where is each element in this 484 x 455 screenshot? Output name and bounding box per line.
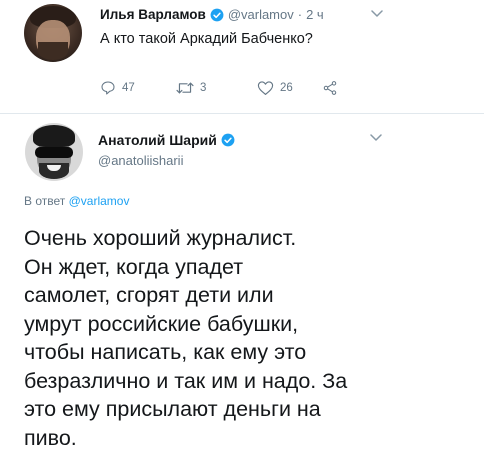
retweet-count: 3	[200, 82, 207, 94]
tweet-body-line: умрут российские бабушки,	[24, 311, 299, 336]
tweet-body-line: самолет, сгорят дети или	[24, 283, 274, 307]
tweet-body-line: Он ждет, когда упадет	[24, 254, 244, 279]
tweet-divider	[0, 113, 484, 114]
tweet-body-line: пиво.	[24, 425, 77, 450]
avatar-sharii[interactable]	[25, 123, 83, 181]
reply-context: В ответ @varlamov	[24, 194, 129, 208]
reply-mention-link[interactable]: @varlamov	[69, 194, 130, 208]
reply-prefix: В ответ	[24, 194, 66, 208]
tweet-body-line: это ему присылают деньги на	[24, 397, 321, 421]
tweet-parent[interactable]: Илья Варламов @varlamov · 2 ч А кто тако…	[0, 0, 484, 114]
tweet-body-line: безразлично и так им и надо. За	[24, 368, 348, 393]
author-name[interactable]: Анатолий Шарий	[98, 132, 217, 148]
author-handle[interactable]: @anatoliisharii	[98, 153, 183, 168]
author-handle[interactable]: @varlamov	[228, 7, 294, 22]
time-separator: ·	[297, 7, 303, 22]
reply-icon	[101, 81, 115, 95]
retweet-icon	[176, 82, 194, 94]
tweet-body-line: Очень хороший журналист.	[24, 226, 297, 250]
verified-badge-icon	[221, 133, 235, 147]
tweet-body-line: чтобы написать, как ему это	[24, 340, 307, 364]
tweet-time[interactable]: 2 ч	[306, 7, 324, 22]
avatar-varlamov[interactable]	[24, 4, 82, 62]
reply-count: 47	[122, 82, 135, 94]
chevron-down-icon[interactable]	[371, 9, 383, 19]
like-count: 26	[280, 82, 293, 94]
retweet-button[interactable]: 3	[176, 80, 206, 96]
tweet-body: Очень хороший журналист. Он ждет, когда …	[24, 224, 474, 452]
tweet-actions: 47 3 26	[100, 80, 360, 100]
share-icon	[323, 81, 337, 95]
like-button[interactable]: 26	[257, 80, 293, 96]
author-name-row: Анатолий Шарий	[98, 132, 235, 148]
tweet-text: А кто такой Аркадий Бабченко?	[100, 31, 313, 47]
tweet-header: Илья Варламов @varlamov · 2 ч	[100, 7, 324, 22]
share-button[interactable]	[322, 80, 344, 96]
verified-badge-icon	[210, 8, 224, 21]
author-name[interactable]: Илья Варламов	[100, 7, 206, 22]
reply-button[interactable]: 47	[100, 80, 135, 96]
heart-icon	[257, 81, 274, 95]
chevron-down-icon[interactable]	[370, 133, 382, 143]
